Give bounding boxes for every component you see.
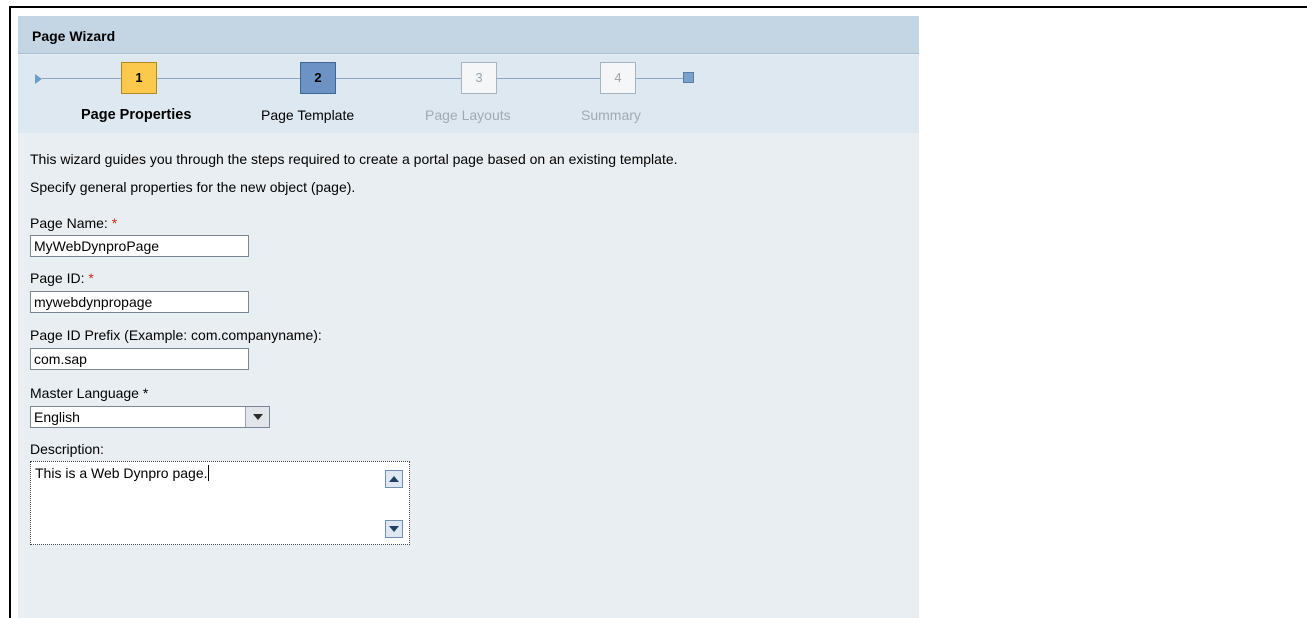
required-marker: * <box>111 215 118 231</box>
step-label-page-properties[interactable]: Page Properties <box>81 107 191 123</box>
roadmap-connector <box>157 78 300 79</box>
roadmap-step-3: 3 <box>461 62 497 94</box>
roadmap-start-arrow-icon <box>35 74 42 84</box>
scroll-down-icon[interactable] <box>385 520 403 538</box>
wizard-roadmap: 1 2 3 4 Page Properties Page Template Pa… <box>18 55 919 133</box>
page-id-input[interactable] <box>30 291 249 313</box>
page-id-label: Page ID: * <box>30 270 94 286</box>
panel-title: Page Wizard <box>18 16 919 54</box>
master-language-select[interactable]: English <box>30 406 270 428</box>
roadmap-step-4: 4 <box>600 62 636 94</box>
page-name-input[interactable] <box>30 235 249 257</box>
intro-text: This wizard guides you through the steps… <box>30 151 678 167</box>
instruction-text: Specify general properties for the new o… <box>30 179 356 195</box>
chevron-down-icon[interactable] <box>245 407 269 427</box>
page-wizard-panel: Page Wizard 1 2 3 4 Page Properties Page… <box>18 16 919 618</box>
page-id-label-text: Page ID: <box>30 270 89 286</box>
roadmap-end-square-icon <box>683 72 694 83</box>
page-id-prefix-input[interactable] <box>30 348 249 370</box>
page-name-label-text: Page Name: <box>30 215 112 231</box>
required-marker: * <box>88 270 94 286</box>
roadmap-connector <box>336 78 461 79</box>
scroll-up-icon[interactable] <box>385 470 403 488</box>
roadmap-step-2[interactable]: 2 <box>300 62 336 94</box>
roadmap-connector <box>42 78 121 79</box>
description-textarea[interactable]: This is a Web Dynpro page. <box>30 461 410 545</box>
master-language-label: Master Language * <box>30 385 149 401</box>
step-label-page-layouts: Page Layouts <box>425 107 511 123</box>
master-language-value: English <box>34 409 80 425</box>
page-name-label: Page Name: * <box>30 215 117 231</box>
roadmap-step-1[interactable]: 1 <box>121 62 157 94</box>
description-text: This is a Web Dynpro page. <box>35 465 208 481</box>
roadmap-connector <box>636 78 683 79</box>
step-label-page-template[interactable]: Page Template <box>261 107 354 123</box>
step-label-summary: Summary <box>581 107 641 123</box>
text-cursor <box>207 465 209 481</box>
roadmap-connector <box>497 78 600 79</box>
description-label: Description: <box>30 441 104 457</box>
page-id-prefix-label: Page ID Prefix (Example: com.companyname… <box>30 327 322 343</box>
